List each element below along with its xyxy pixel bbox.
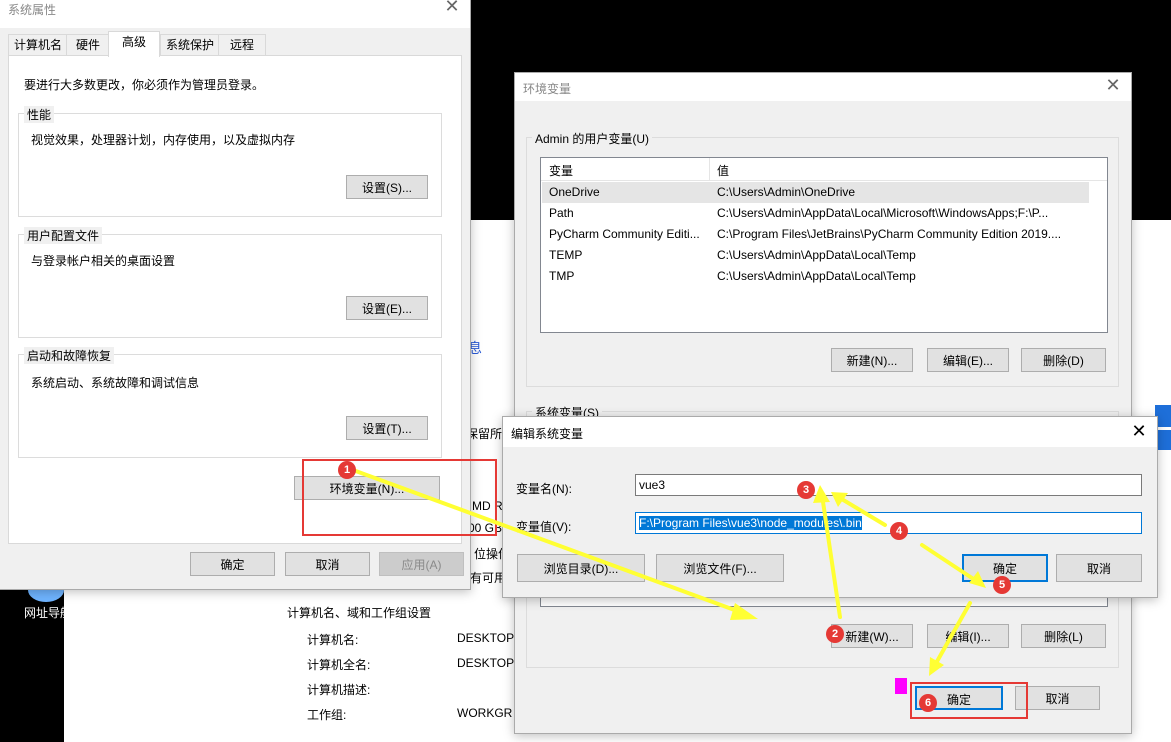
step-badge-2: 2 [826, 625, 844, 643]
step-badge-5: 5 [993, 576, 1011, 594]
step-badge-4: 4 [890, 522, 908, 540]
tab-advanced[interactable]: 高级 [108, 31, 160, 57]
step-badge-1: 1 [338, 461, 356, 479]
step-badge-3: 3 [797, 481, 815, 499]
step-badge-6: 6 [919, 694, 937, 712]
annotation-arrows [351, 468, 986, 676]
